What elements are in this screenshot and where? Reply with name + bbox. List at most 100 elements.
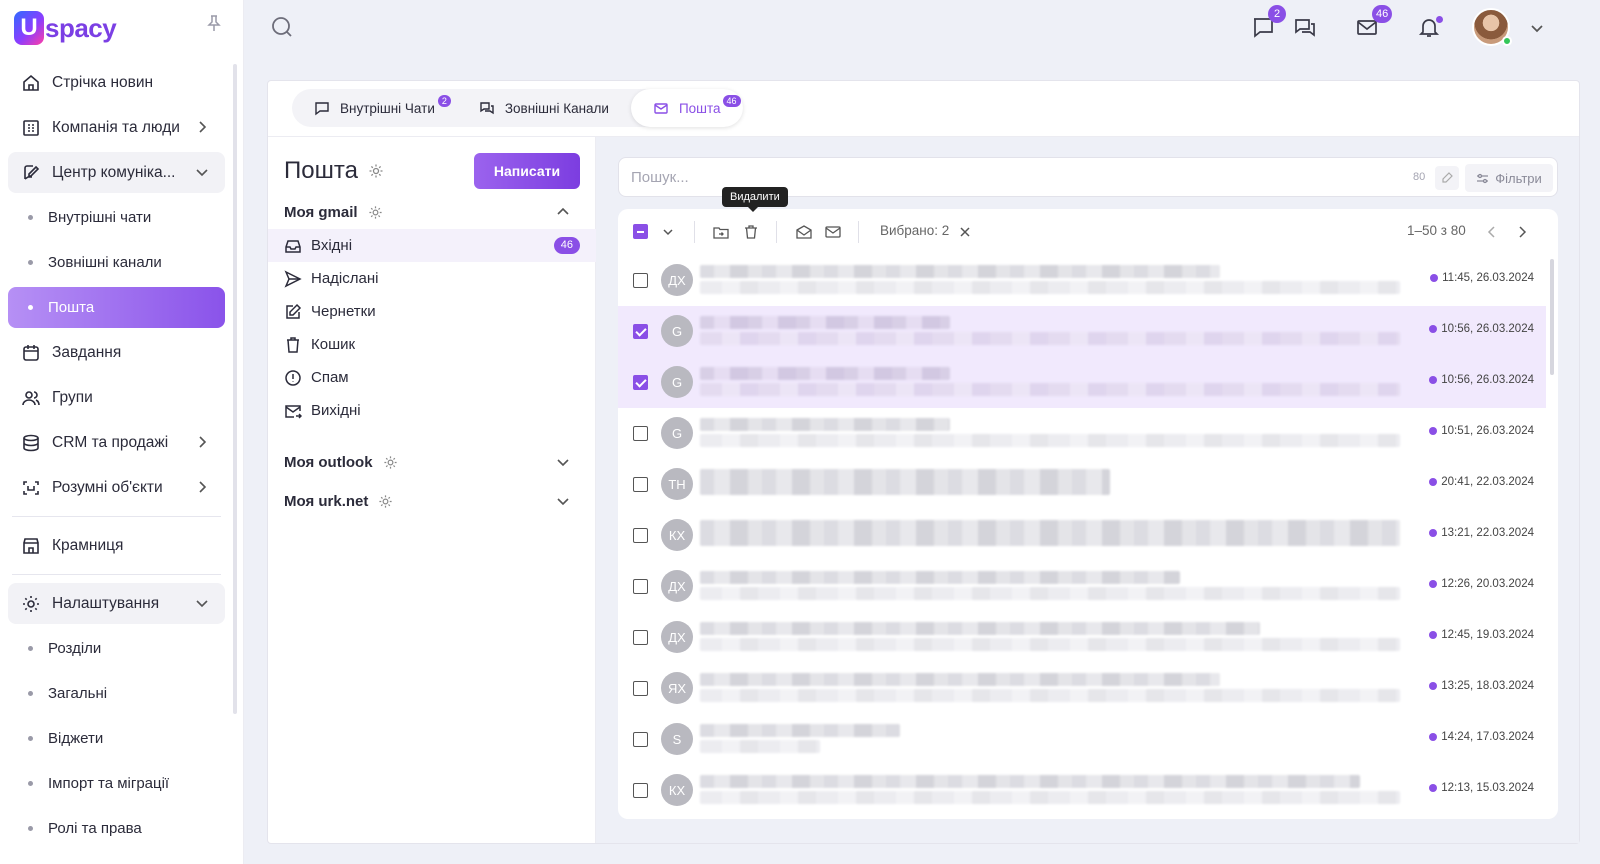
date-text: 12:26, 20.03.2024 [1441, 578, 1534, 590]
sidebar-scrollbar[interactable] [233, 64, 237, 714]
list-item[interactable]: ЯХ 13:25, 18.03.2024 [618, 663, 1546, 714]
sidebar-item-general[interactable]: Загальні [8, 673, 225, 714]
sidebar-item-tasks[interactable]: Завдання [8, 332, 225, 373]
sidebar-item-settings[interactable]: Налаштування [8, 583, 225, 624]
sender-avatar: G [661, 366, 693, 398]
list-item[interactable]: ДХ 12:45, 19.03.2024 [618, 612, 1546, 663]
list-item[interactable]: ДХ 12:26, 20.03.2024 [618, 561, 1546, 612]
tab-internal-chats[interactable]: Внутрішні Чати 2 [292, 89, 457, 127]
select-all-checkbox[interactable] [633, 224, 648, 239]
sidebar-item-crm[interactable]: CRM та продажі [8, 422, 225, 463]
account-outlook[interactable]: Моя outlook [284, 451, 584, 473]
folder-drafts[interactable]: Чернетки [268, 295, 596, 328]
mail-badge: 46 [1372, 5, 1393, 23]
bell-icon[interactable] [1416, 14, 1443, 40]
row-checkbox[interactable] [633, 579, 648, 594]
row-checkbox[interactable] [633, 630, 648, 645]
move-to-folder-icon[interactable] [713, 224, 729, 240]
row-checkbox[interactable] [633, 528, 648, 543]
folder-trash[interactable]: Кошик [268, 328, 596, 361]
sidebar-item-roles[interactable]: Ролі та права [8, 808, 225, 849]
tab-label: Зовнішні Канали [504, 100, 609, 116]
sidebar-item-widgets[interactable]: Віджети [8, 718, 225, 759]
list-item[interactable]: КХ 12:13, 15.03.2024 [618, 765, 1546, 816]
chevron-down-icon[interactable] [660, 224, 676, 240]
list-item[interactable]: G 10:56, 26.03.2024 [618, 357, 1546, 408]
trash-icon [284, 336, 302, 354]
chevron-right-icon[interactable] [1514, 224, 1530, 240]
chat-edit-icon [20, 162, 42, 184]
tab-label: Внутрішні Чати [340, 100, 435, 116]
folder-outbox[interactable]: Вихідні [268, 394, 596, 427]
blurred-preview [700, 332, 1400, 345]
mark-unread-icon[interactable] [825, 224, 841, 240]
row-checkbox[interactable] [633, 426, 648, 441]
list-item[interactable]: G 10:56, 26.03.2024 [618, 306, 1546, 357]
sidebar-item-company[interactable]: Компанія та люди [8, 107, 225, 148]
chats-icon[interactable] [1292, 14, 1318, 40]
message-date: 10:56, 26.03.2024 [1429, 323, 1534, 335]
unread-dot [1429, 580, 1438, 588]
search-icon[interactable] [270, 15, 294, 39]
account-gmail[interactable]: Моя gmail [284, 201, 584, 223]
sidebar-item-sections[interactable]: Розділи [8, 628, 225, 669]
row-checkbox[interactable] [633, 273, 648, 288]
mark-read-icon[interactable] [796, 224, 812, 240]
tab-mail[interactable]: Пошта 46 [630, 89, 743, 127]
list-item[interactable]: КХ 13:21, 22.03.2024 [618, 510, 1546, 561]
chevron-down-icon[interactable] [1529, 20, 1545, 36]
date-text: 10:56, 26.03.2024 [1441, 323, 1534, 335]
chevron-up-icon[interactable] [556, 205, 570, 219]
row-checkbox[interactable] [633, 732, 648, 747]
row-checkbox[interactable] [633, 375, 648, 390]
tab-external-channels[interactable]: Зовнішні Канали [457, 89, 631, 127]
row-checkbox[interactable] [633, 324, 648, 339]
chevron-left-icon[interactable] [1484, 224, 1500, 240]
list-item[interactable]: S 14:24, 17.03.2024 [618, 714, 1546, 765]
filters-button[interactable]: Фільтри [1465, 164, 1553, 192]
folder-label: Вихідні [311, 402, 361, 419]
list-item[interactable]: ТН 20:41, 22.03.2024 [618, 459, 1546, 510]
chevron-down-icon[interactable] [556, 494, 570, 508]
divider [12, 574, 221, 575]
logo[interactable]: U spacy [14, 10, 117, 46]
chevron-down-icon[interactable] [556, 455, 570, 469]
sidebar-item-external-channels[interactable]: Зовнішні канали [8, 242, 225, 283]
sidebar-item-groups[interactable]: Групи [8, 377, 225, 418]
gear-icon[interactable] [368, 205, 383, 220]
sidebar-item-store[interactable]: Крамниця [8, 525, 225, 566]
gear-icon[interactable] [368, 163, 384, 179]
account-urknet[interactable]: Моя urk.net [284, 490, 584, 512]
sidebar-item-internal-chats[interactable]: Внутрішні чати [8, 197, 225, 238]
search-placeholder: Пошук... [631, 169, 689, 186]
sidebar-item-communications[interactable]: Центр комуніка... [8, 152, 225, 193]
blurred-preview [700, 434, 1400, 447]
chat-bubble-icon[interactable]: 2 [1250, 5, 1286, 40]
bullet-dot [28, 215, 33, 220]
sidebar-item-mail[interactable]: Пошта [8, 287, 225, 328]
folder-spam[interactable]: Спам [268, 361, 596, 394]
gear-icon[interactable] [378, 494, 393, 509]
list-item[interactable]: G 10:51, 26.03.2024 [618, 408, 1546, 459]
list-item[interactable]: ДХ 11:45, 26.03.2024 [618, 255, 1546, 306]
sidebar-nav: Стрічка новин Компанія та люди Центр ком… [8, 62, 225, 853]
blurred-preview [700, 638, 1400, 651]
folder-sent[interactable]: Надіслані [268, 262, 596, 295]
sidebar-item-label: Центр комуніка... [52, 163, 176, 181]
row-checkbox[interactable] [633, 477, 648, 492]
message-date: 12:26, 20.03.2024 [1429, 578, 1534, 590]
row-checkbox[interactable] [633, 783, 648, 798]
list-scrollbar[interactable] [1550, 259, 1554, 375]
clear-search-icon[interactable] [1435, 166, 1459, 190]
row-checkbox[interactable] [633, 681, 648, 696]
sidebar-item-smart-objects[interactable]: Розумні об'єкти [8, 467, 225, 508]
mail-icon[interactable]: 46 [1354, 5, 1393, 40]
close-icon[interactable] [957, 224, 973, 240]
sidebar-item-import[interactable]: Імпорт та міграції [8, 763, 225, 804]
pin-icon[interactable] [206, 14, 222, 32]
sidebar-item-news[interactable]: Стрічка новин [8, 62, 225, 103]
compose-button[interactable]: Написати [474, 153, 580, 189]
gear-icon[interactable] [383, 455, 398, 470]
folder-inbox[interactable]: Вхідні 46 [268, 229, 596, 262]
trash-icon[interactable] [743, 224, 759, 240]
